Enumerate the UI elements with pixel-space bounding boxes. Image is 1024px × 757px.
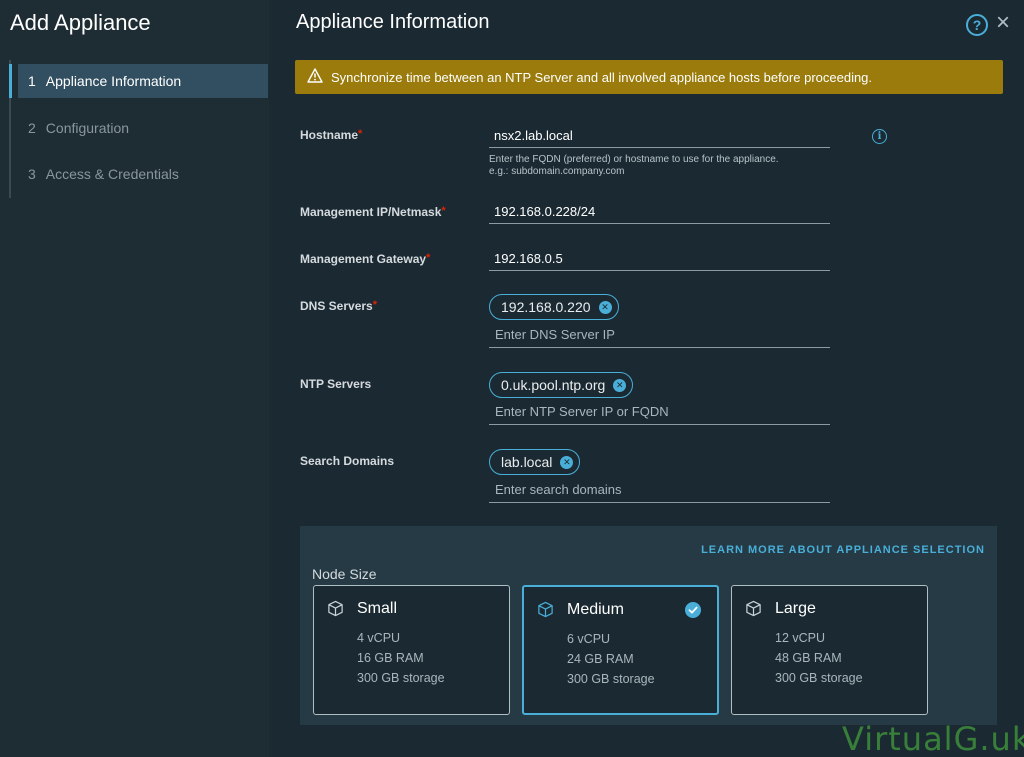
required-mark: * xyxy=(372,299,377,311)
sidebar: Add Appliance 1 Appliance Information 2 … xyxy=(0,0,269,757)
chip-label: 0.uk.pool.ntp.org xyxy=(501,377,606,393)
remove-chip-icon[interactable]: ✕ xyxy=(598,300,612,314)
mgmt-gateway-label-text: Management Gateway xyxy=(300,252,427,266)
ntp-servers-label: NTP Servers xyxy=(300,377,372,391)
step-label: Access & Credentials xyxy=(45,166,179,182)
step-configuration[interactable]: 2 Configuration xyxy=(18,111,268,145)
card-title: Small xyxy=(357,600,398,617)
card-cpu: 4 vCPU xyxy=(357,631,401,645)
step-appliance-information[interactable]: 1 Appliance Information xyxy=(9,64,268,98)
main-panel: Appliance Information ? × Synchronize ti… xyxy=(269,0,1024,757)
hostname-helper: Enter the FQDN (preferred) or hostname t… xyxy=(489,154,779,165)
card-ram: 24 GB RAM xyxy=(567,652,634,666)
mgmt-gateway-input[interactable]: 192.168.0.5 xyxy=(489,247,830,271)
required-mark: * xyxy=(426,252,431,264)
help-icon[interactable]: ? xyxy=(966,14,988,36)
mgmt-ip-label-text: Management IP/Netmask xyxy=(300,205,442,219)
cube-icon xyxy=(538,601,553,618)
search-domain-input[interactable]: Enter search domains xyxy=(489,477,830,503)
mgmt-ip-label: Management IP/Netmask* xyxy=(300,205,446,219)
step-access-credentials[interactable]: 3 Access & Credentials xyxy=(18,157,268,191)
cube-icon xyxy=(746,600,761,617)
mgmt-ip-input[interactable]: 192.168.0.228/24 xyxy=(489,200,830,224)
chip-label: lab.local xyxy=(501,454,553,470)
card-storage: 300 GB storage xyxy=(567,672,655,686)
chip-label: 192.168.0.220 xyxy=(501,299,591,315)
page-title: Appliance Information xyxy=(296,11,490,33)
ntp-server-chip: 0.uk.pool.ntp.org ✕ xyxy=(489,372,634,398)
required-mark: * xyxy=(441,205,446,217)
step-number: 1 xyxy=(28,73,36,89)
search-domain-chip: lab.local ✕ xyxy=(489,449,581,475)
card-storage: 300 GB storage xyxy=(775,671,863,685)
node-size-label: Node Size xyxy=(312,566,377,582)
card-storage: 300 GB storage xyxy=(357,671,445,685)
step-label: Appliance Information xyxy=(45,73,182,89)
node-size-card-medium[interactable]: Medium 6 vCPU 24 GB RAM 300 GB storage xyxy=(522,585,719,715)
card-title: Medium xyxy=(567,601,624,618)
hostname-label-text: Hostname xyxy=(300,128,359,142)
card-cpu: 12 vCPU xyxy=(775,631,826,645)
card-ram: 48 GB RAM xyxy=(775,651,842,665)
warning-text: Synchronize time between an NTP Server a… xyxy=(331,69,873,85)
mgmt-gateway-label: Management Gateway* xyxy=(300,252,430,266)
close-icon[interactable]: × xyxy=(993,10,1013,36)
cube-icon xyxy=(328,600,343,617)
wizard-title: Add Appliance xyxy=(10,10,151,35)
wizard-steps: 1 Appliance Information 2 Configuration … xyxy=(9,60,269,198)
dns-servers-label-text: DNS Servers xyxy=(300,299,373,313)
check-circle-icon xyxy=(685,602,701,618)
hostname-input[interactable]: nsx2.lab.local xyxy=(489,124,830,148)
info-icon[interactable]: i xyxy=(872,129,887,144)
warning-banner: Synchronize time between an NTP Server a… xyxy=(295,60,1003,94)
remove-chip-icon[interactable]: ✕ xyxy=(613,378,627,392)
card-title: Large xyxy=(775,600,816,617)
hostname-helper-example: e.g.: subdomain.company.com xyxy=(489,166,625,177)
node-size-panel: LEARN MORE ABOUT APPLIANCE SELECTION Nod… xyxy=(300,526,997,725)
step-number: 3 xyxy=(28,166,36,182)
card-ram: 16 GB RAM xyxy=(357,651,424,665)
search-domains-label: Search Domains xyxy=(300,454,395,468)
dns-servers-label: DNS Servers* xyxy=(300,299,377,313)
warning-icon xyxy=(307,68,323,86)
dns-server-chip: 192.168.0.220 ✕ xyxy=(489,294,619,320)
step-number: 2 xyxy=(28,120,36,136)
remove-chip-icon[interactable]: ✕ xyxy=(560,455,574,469)
hostname-label: Hostname* xyxy=(300,128,362,142)
ntp-server-input[interactable]: Enter NTP Server IP or FQDN xyxy=(489,399,830,425)
watermark: VirtualG.uk xyxy=(842,720,1024,757)
dns-server-input[interactable]: Enter DNS Server IP xyxy=(489,322,830,348)
node-size-card-small[interactable]: Small 4 vCPU 16 GB RAM 300 GB storage xyxy=(313,585,510,715)
learn-more-link[interactable]: LEARN MORE ABOUT APPLIANCE SELECTION xyxy=(701,544,985,556)
card-cpu: 6 vCPU xyxy=(567,632,611,646)
step-label: Configuration xyxy=(45,120,130,136)
required-mark: * xyxy=(358,128,363,140)
node-size-card-large[interactable]: Large 12 vCPU 48 GB RAM 300 GB storage xyxy=(731,585,928,715)
